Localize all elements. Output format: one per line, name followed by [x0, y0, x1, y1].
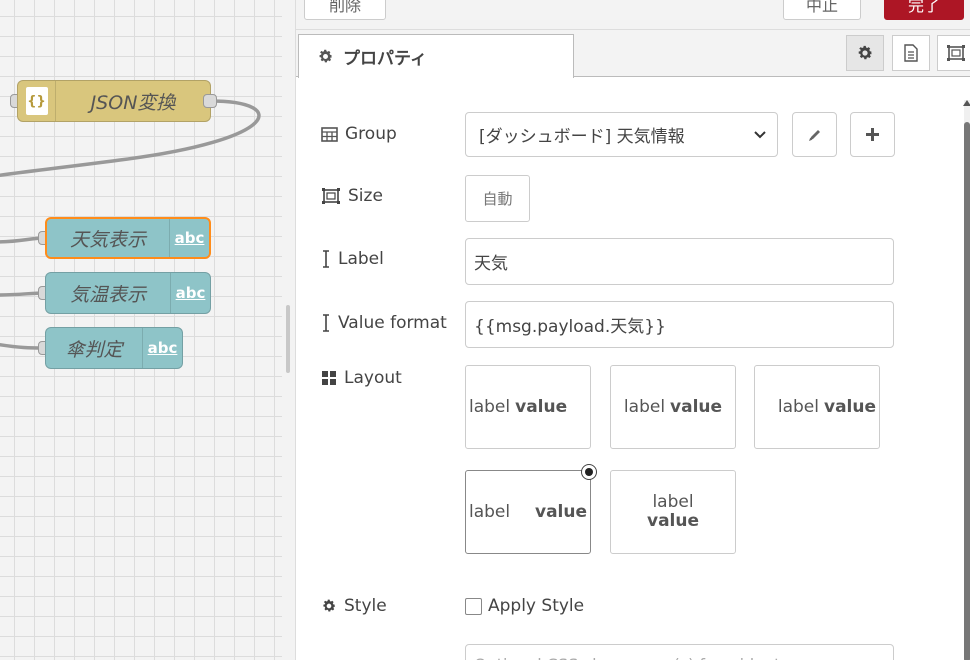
apply-style-label: Apply Style: [488, 596, 585, 616]
apply-style-checkbox-row[interactable]: Apply Style: [465, 596, 584, 616]
flow-canvas[interactable]: {} JSON変換 天気表示 abc 気温表示 abc 傘判定 abc: [0, 0, 286, 660]
chevron-down-icon: [754, 131, 766, 139]
text-cursor-icon: [323, 250, 329, 268]
layout-option-row-spread-selected[interactable]: label value: [465, 470, 591, 554]
tab-settings[interactable]: [846, 35, 884, 71]
text-cursor-icon: [323, 314, 329, 332]
size-label: Size: [348, 186, 383, 206]
layout-sample-value: value: [534, 502, 587, 522]
layout-option-row-right[interactable]: label value: [754, 365, 880, 449]
class-input[interactable]: Optional CSS class name(s) for widget: [465, 644, 894, 660]
tab-description[interactable]: [892, 35, 930, 71]
layout-sample-label: label: [652, 492, 694, 512]
layout-label: Layout: [344, 368, 402, 388]
style-label: Style: [344, 596, 387, 616]
json-node-label: JSON変換: [90, 91, 176, 114]
label-row-label: Label: [321, 249, 384, 269]
json-node[interactable]: {} JSON変換: [17, 80, 211, 122]
layout-option-column-center[interactable]: label value: [610, 470, 736, 554]
layout-sample-value: value: [670, 397, 723, 417]
scroll-up-arrow-icon[interactable]: [963, 100, 970, 106]
temp-node-label: 気温表示: [69, 283, 146, 306]
layout-option-row-left[interactable]: label value: [465, 365, 591, 449]
plus-icon: [866, 128, 879, 141]
umbrella-text-node[interactable]: 傘判定 abc: [45, 327, 183, 369]
edit-tray: 削除 中止 完了 プロパティ Group [ダッシュボード] 天気情報 Size…: [296, 0, 970, 660]
label-label: Label: [338, 249, 384, 269]
umbrella-node-label: 傘判定: [65, 338, 123, 361]
cancel-button[interactable]: 中止: [783, 0, 861, 20]
document-icon: [904, 44, 918, 62]
json-node-output-port[interactable]: [203, 94, 217, 108]
divider-grip[interactable]: [286, 305, 290, 373]
grid-icon: [322, 371, 336, 385]
layout-sample-value: value: [823, 397, 876, 417]
size-row-label: Size: [321, 186, 383, 206]
gear-icon: [323, 599, 336, 612]
json-node-icon-area: {}: [18, 81, 56, 121]
resize-frame-icon: [322, 188, 340, 204]
weather-node-label: 天気表示: [69, 228, 146, 251]
table-icon: [321, 126, 338, 142]
tab-appearance[interactable]: [937, 35, 970, 71]
layout-sample-label: label: [469, 502, 511, 522]
pencil-icon: [808, 129, 820, 141]
panel-resize-divider[interactable]: [282, 0, 296, 660]
temp-text-node[interactable]: 気温表示 abc: [45, 272, 211, 314]
style-row-label: Style: [321, 596, 387, 616]
label-input[interactable]: 天気: [465, 238, 894, 285]
gear-icon: [319, 49, 333, 63]
layout-sample-value: value: [515, 397, 568, 417]
format-row-label: Value format: [321, 313, 447, 333]
json-braces-icon: {}: [25, 87, 48, 115]
layout-sample-label: label: [469, 397, 511, 417]
layout-sample-value: value: [646, 511, 699, 531]
tray-header: 削除 中止 完了: [296, 0, 970, 30]
done-button[interactable]: 完了: [884, 0, 964, 20]
delete-button[interactable]: 削除: [304, 0, 387, 20]
abc-icon: abc: [169, 219, 209, 257]
edit-group-button[interactable]: [792, 112, 837, 157]
apply-style-checkbox[interactable]: [465, 597, 482, 615]
group-select-value: [ダッシュボード] 天気情報: [479, 127, 685, 147]
scrollbar-thumb[interactable]: [964, 122, 970, 660]
group-row-label: Group: [321, 124, 397, 144]
weather-text-node[interactable]: 天気表示 abc: [45, 217, 211, 259]
frame-icon: [947, 45, 965, 61]
abc-icon: abc: [170, 273, 210, 313]
add-group-button[interactable]: [850, 112, 895, 157]
group-label: Group: [345, 124, 397, 144]
tab-properties-label: プロパティ: [343, 49, 427, 69]
layout-sample-label: label: [623, 397, 666, 417]
value-format-input[interactable]: {{msg.payload.天気}}: [465, 301, 894, 348]
tab-properties[interactable]: プロパティ: [298, 34, 574, 78]
layout-selected-radio[interactable]: [581, 464, 597, 480]
size-auto-button[interactable]: 自動: [465, 175, 530, 222]
layout-row-label: Layout: [321, 368, 402, 388]
gear-icon: [858, 45, 873, 60]
layout-option-row-center[interactable]: label value: [610, 365, 736, 449]
abc-icon: abc: [142, 328, 182, 368]
tray-tabbar: プロパティ: [296, 30, 970, 78]
group-select[interactable]: [ダッシュボード] 天気情報: [465, 112, 778, 157]
tray-scrollbar[interactable]: [964, 100, 970, 660]
format-label: Value format: [338, 313, 447, 333]
layout-sample-label: label: [777, 397, 819, 417]
